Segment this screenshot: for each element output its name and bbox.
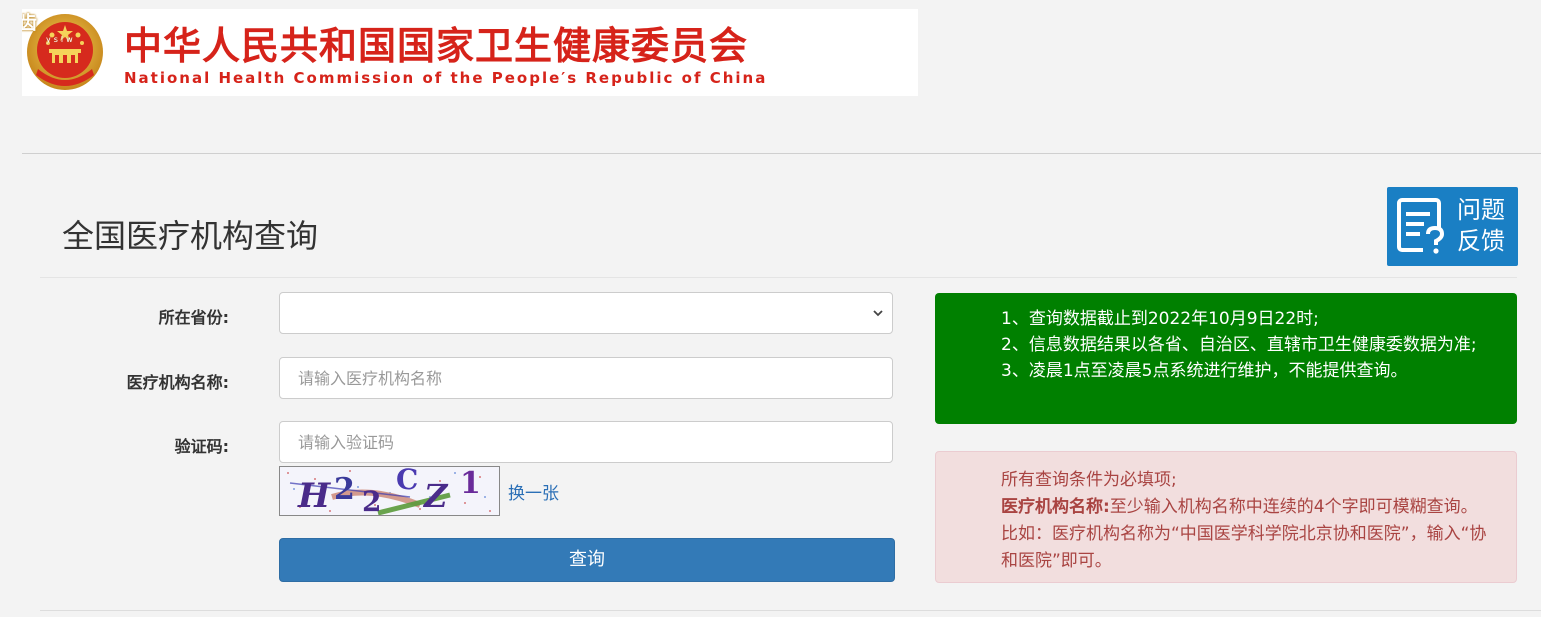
captcha-char: 2 [334,472,355,507]
rules-institution-hint: 医疗机构名称:至少输入机构名称中连续的4个字即可模糊查询。比如：医疗机构名称为“… [1001,494,1492,575]
feedback-label-line2: 反馈 [1457,227,1505,255]
feedback-document-question-icon [1397,198,1445,254]
header-banner: 牙齿 yslw 中华人民共和国国家卫生健康委员会 National Health… [22,9,918,96]
rules-required-text: 所有查询条件为必填项; [1001,470,1177,490]
captcha-char: C [396,467,418,496]
rules-institution-label: 医疗机构名称: [1001,497,1110,517]
chevron-down-icon [873,310,883,317]
watermark-subtext: yslw [46,35,76,44]
notice-line: 3、凌晨1点至凌晨5点系统进行维护，不能提供查询。 [1001,361,1408,381]
notice-line: 1、查询数据截止到2022年10月9日22时; [1001,309,1319,329]
banner-title-english: National Health Commission of the People… [124,69,768,87]
query-rules-box: 所有查询条件为必填项; 医疗机构名称:至少输入机构名称中连续的4个字即可模糊查询… [935,451,1517,583]
province-select[interactable] [279,292,893,334]
feedback-label-line1: 问题 [1457,196,1505,224]
search-button[interactable]: 查询 [279,538,895,582]
page-title: 全国医疗机构查询 [62,217,319,255]
data-notice-box: 1、查询数据截止到2022年10月9日22时; 2、信息数据结果以各省、自治区、… [935,293,1517,424]
notice-line: 2、信息数据结果以各省、自治区、直辖市卫生健康委数据为准; [1001,335,1477,355]
captcha-refresh-link[interactable]: 换一张 [508,479,559,504]
header-divider [22,153,1541,154]
captcha-char: H [297,476,332,515]
title-divider [40,277,1517,278]
captcha-graphic: H 2 2 C Z 1 [287,467,491,515]
feedback-label: 问题 反馈 [1457,195,1515,257]
watermark-text: 牙齿 [22,13,38,34]
footer-divider [40,610,1541,611]
banner-title-chinese: 中华人民共和国国家卫生健康委员会 [124,24,749,68]
captcha-char: Z [422,477,449,515]
institution-name-field [279,357,893,399]
feedback-button[interactable]: 问题 反馈 [1387,187,1518,266]
institution-name-label: 医疗机构名称: [126,373,229,392]
province-label: 所在省份: [158,308,229,327]
institution-name-input[interactable] [298,359,874,398]
captcha-label: 验证码: [174,437,229,456]
captcha-field [279,421,893,463]
captcha-image[interactable]: H 2 2 C Z 1 [279,466,500,516]
captcha-char: 2 [362,485,381,515]
captcha-char: 1 [460,467,481,501]
captcha-input[interactable] [298,423,874,462]
